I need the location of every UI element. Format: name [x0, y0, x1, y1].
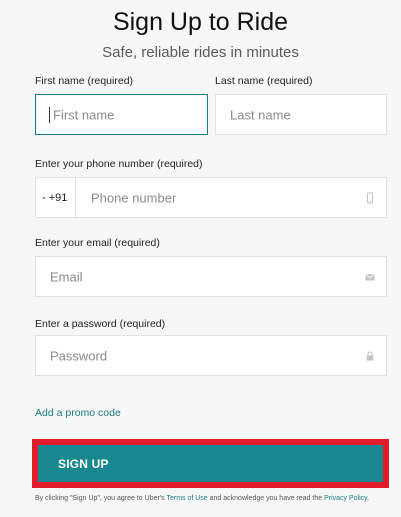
last-name-placeholder: Last name — [230, 107, 291, 122]
signup-page: Sign Up to Ride Safe, reliable rides in … — [0, 0, 401, 517]
country-code-text: - +91 — [42, 191, 68, 204]
first-name-placeholder: First name — [53, 107, 115, 122]
first-name-field[interactable]: First name — [35, 94, 208, 135]
legal-text: By clicking "Sign Up", you agree to Uber… — [35, 494, 375, 504]
password-field[interactable]: Password — [35, 335, 387, 376]
country-code-selector[interactable]: - +91 — [36, 178, 76, 217]
lock-icon — [366, 350, 374, 360]
privacy-policy-link[interactable]: Privacy Policy — [324, 495, 367, 502]
signup-button[interactable]: SIGN UP — [38, 445, 383, 482]
phone-placeholder: Phone number — [91, 190, 177, 205]
page-subtitle: Safe, reliable rides in minutes — [102, 44, 299, 61]
last-name-field[interactable]: Last name — [215, 94, 387, 135]
signup-button-highlight: SIGN UP — [32, 439, 389, 488]
envelope-icon — [365, 273, 375, 280]
terms-of-use-link[interactable]: Terms of Use — [166, 495, 207, 502]
phone-icon — [367, 192, 373, 203]
phone-label: Enter your phone number (required) — [35, 158, 203, 170]
first-name-label: First name (required) — [35, 75, 134, 87]
email-placeholder: Email — [50, 269, 83, 284]
add-promo-code-link[interactable]: Add a promo code — [35, 407, 121, 419]
phone-field[interactable]: - +91 Phone number — [35, 177, 387, 218]
legal-prefix: By clicking "Sign Up", you agree to Uber… — [35, 495, 167, 502]
password-label: Enter a password (required) — [35, 318, 166, 330]
page-title: Sign Up to Ride — [112, 8, 289, 36]
last-name-label: Last name (required) — [215, 75, 313, 87]
legal-middle: and acknowledge you have read the — [207, 495, 325, 502]
email-label: Enter your email (required) — [35, 237, 160, 249]
email-field[interactable]: Email — [35, 256, 387, 297]
legal-suffix: . — [367, 495, 370, 502]
password-placeholder: Password — [50, 348, 108, 363]
text-caret — [49, 106, 50, 123]
